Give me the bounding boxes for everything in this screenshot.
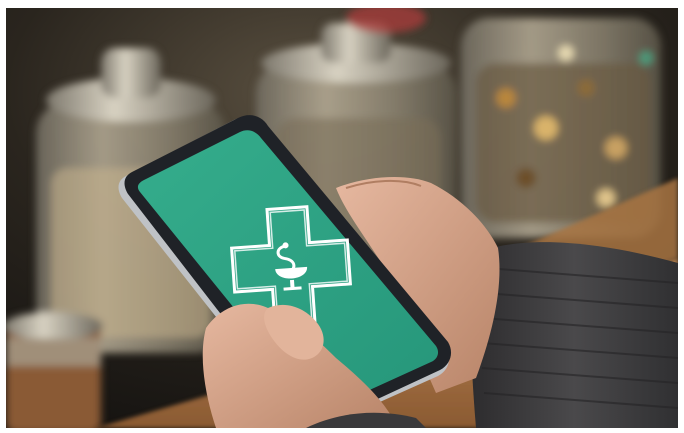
- photo-scene: [6, 8, 678, 428]
- photo-illustration: [6, 8, 678, 428]
